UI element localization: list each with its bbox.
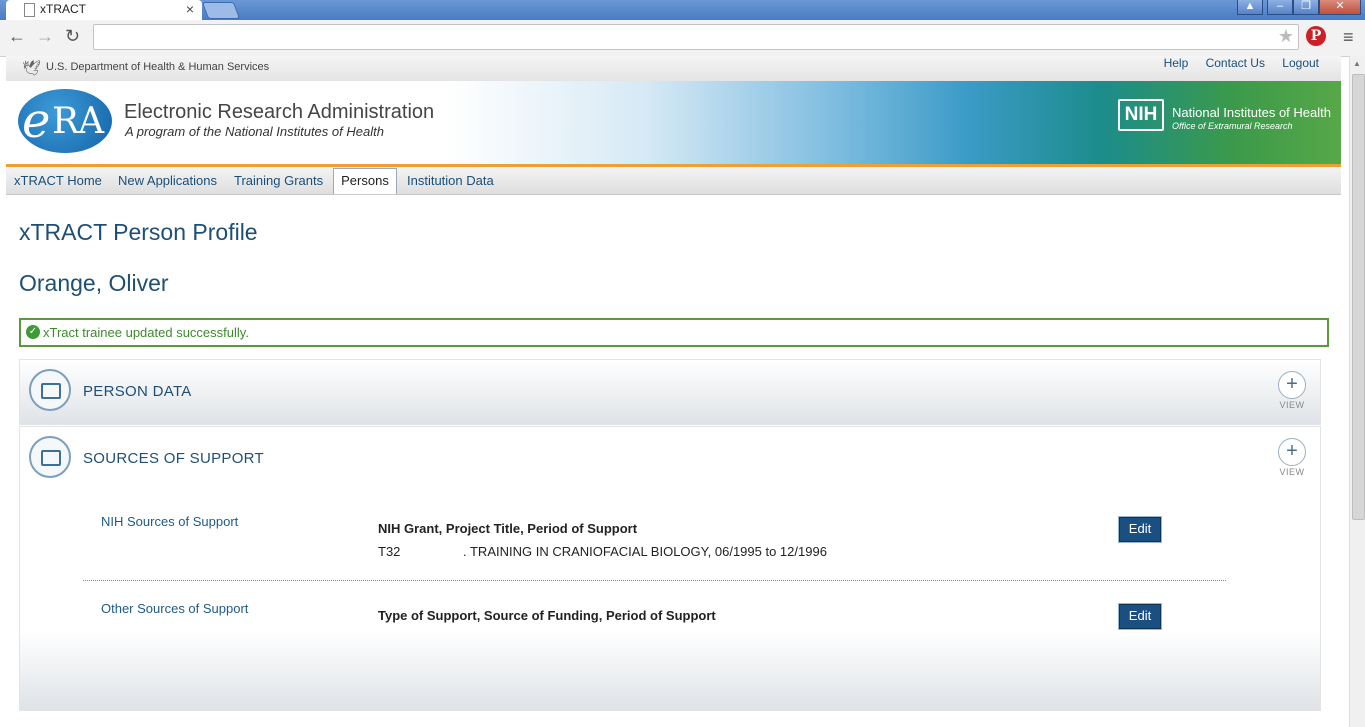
check-circle-icon: ✓ [26, 325, 40, 339]
menu-icon[interactable]: ≡ [1343, 27, 1354, 48]
nav-xtract-home[interactable]: xTRACT Home [14, 173, 102, 188]
scroll-up-icon[interactable]: ▲ [1353, 59, 1361, 68]
nav-training-grants[interactable]: Training Grants [234, 173, 323, 188]
section-divider [83, 580, 1226, 581]
page-scrollbar[interactable]: ▲ [1349, 56, 1365, 727]
restore-icon[interactable]: ❐ [1293, 0, 1319, 15]
star-icon[interactable]: ★ [1278, 26, 1294, 47]
browser-tab[interactable]: xTRACT × [6, 0, 202, 20]
search-document-icon [29, 436, 71, 478]
help-link[interactable]: Help [1164, 56, 1189, 70]
forward-icon[interactable]: → [36, 26, 54, 47]
expand-plus-icon[interactable]: + [1278, 371, 1306, 399]
nav-persons[interactable]: Persons [333, 168, 397, 194]
other-support-header: Type of Support, Source of Funding, Peri… [378, 608, 716, 623]
person-data-panel[interactable]: PERSON DATA + VIEW [19, 359, 1321, 425]
page-title: xTRACT Person Profile [19, 219, 258, 245]
nih-logo: NIH [1118, 99, 1164, 131]
nih-support-header: NIH Grant, Project Title, Period of Supp… [378, 521, 638, 536]
new-tab-button[interactable] [201, 2, 241, 19]
hhs-eagle-icon: 🕊 [22, 60, 42, 77]
main-nav: xTRACT Home New Applications Training Gr… [6, 167, 1341, 195]
banner-subtitle: A program of the National Institutes of … [125, 124, 384, 139]
browser-toolbar: ← → ↻ ★ P ≡ [0, 20, 1365, 57]
logout-link[interactable]: Logout [1282, 56, 1319, 70]
web-page: 🕊 U.S. Department of Health & Human Serv… [6, 56, 1341, 727]
reload-icon[interactable]: ↻ [65, 26, 80, 47]
hhs-text: U.S. Department of Health & Human Servic… [46, 61, 270, 73]
browser-titlebar: xTRACT × ▲ – ❐ ✕ [0, 0, 1365, 20]
minimize-icon[interactable]: – [1267, 0, 1293, 15]
nih-support-label: NIH Sources of Support [101, 514, 239, 529]
edit-nih-support-button[interactable]: Edit [1119, 517, 1161, 542]
nav-new-applications[interactable]: New Applications [118, 173, 217, 188]
person-name: Orange, Oliver [19, 270, 169, 296]
other-support-label: Other Sources of Support [101, 601, 249, 616]
edit-other-support-button[interactable]: Edit [1119, 604, 1161, 629]
close-window-icon[interactable]: ✕ [1319, 0, 1361, 15]
contact-us-link[interactable]: Contact Us [1206, 56, 1265, 70]
page-icon [24, 3, 35, 17]
success-alert: ✓ xTract trainee updated successfully. [19, 318, 1329, 347]
view-label[interactable]: VIEW [1278, 400, 1306, 410]
top-links: Help Contact Us Logout [1150, 56, 1319, 70]
era-banner: e RA Electronic Research Administration … [6, 81, 1341, 164]
era-logo[interactable]: e RA [18, 89, 112, 153]
back-icon[interactable]: ← [8, 26, 26, 47]
pinterest-icon[interactable]: P [1306, 26, 1326, 46]
person-data-title: PERSON DATA [83, 383, 192, 400]
sources-of-support-panel: SOURCES OF SUPPORT + VIEW NIH Sources of… [19, 426, 1321, 711]
id-card-icon [29, 369, 71, 411]
hhs-bar: 🕊 U.S. Department of Health & Human Serv… [6, 56, 1341, 82]
banner-title: Electronic Research Administration [124, 101, 435, 123]
address-bar[interactable]: ★ [93, 24, 1299, 50]
support-title: SOURCES OF SUPPORT [83, 450, 264, 467]
user-icon[interactable]: ▲ [1237, 0, 1263, 15]
nih-subtitle: Office of Extramural Research [1172, 121, 1293, 131]
view-label[interactable]: VIEW [1278, 467, 1306, 477]
nav-institution-data[interactable]: Institution Data [407, 173, 494, 188]
nih-grant-id: T32 [378, 544, 401, 559]
scroll-thumb[interactable] [1352, 74, 1365, 520]
alert-message: xTract trainee updated successfully. [43, 325, 249, 340]
tab-title: xTRACT [40, 2, 86, 16]
close-tab-icon[interactable]: × [186, 1, 194, 17]
expand-plus-icon[interactable]: + [1278, 438, 1306, 466]
nih-name: National Institutes of Health [1172, 105, 1331, 120]
nih-grant-details: . TRAINING IN CRANIOFACIAL BIOLOGY, 06/1… [463, 544, 827, 559]
